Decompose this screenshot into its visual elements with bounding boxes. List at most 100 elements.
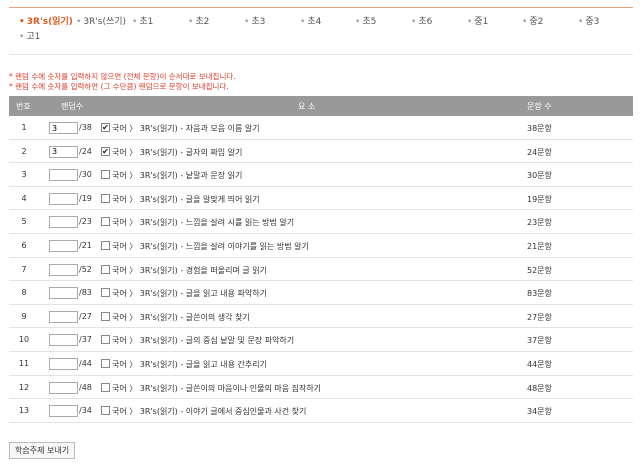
row-checkbox[interactable] <box>101 335 110 345</box>
element-label: 국어 〉 3R's(읽기) - 느낌을 살려 시를 읽는 방법 알기 <box>112 218 295 228</box>
table-row: 3/30 국어 〉 3R's(읽기) - 낱말과 문장 읽기 30문항 <box>9 163 633 187</box>
tab-elementary-1[interactable]: • 초1 <box>132 14 153 27</box>
question-count: 83문항 <box>527 289 552 299</box>
element-label: 국어 〉 3R's(읽기) - 글의 중심 낱말 및 문장 파악하기 <box>112 336 295 346</box>
bullet-icon: • <box>19 17 25 27</box>
question-count: 44문항 <box>527 359 552 369</box>
element-label: 국어 〉 3R's(읽기) - 자음과 모음 이름 알기 <box>112 124 260 133</box>
tab-elementary-3[interactable]: • 초3 <box>244 14 265 27</box>
random-count-input[interactable] <box>49 310 78 323</box>
row-checkbox[interactable]: ✔ <box>101 146 110 156</box>
table-row: 8/83 국어 〉 3R's(읽기) - 글을 읽고 내용 파악하기 83문항 <box>9 281 633 305</box>
row-number: 6 <box>21 240 27 250</box>
row-checkbox[interactable] <box>101 406 110 416</box>
total-count: /23 <box>79 217 92 227</box>
row-checkbox[interactable] <box>101 382 110 392</box>
bullet-icon: • <box>355 17 361 27</box>
row-checkbox[interactable] <box>101 193 110 203</box>
element-label: 국어 〉 3R's(읽기) - 글을 읽고 내용 간추리기 <box>112 359 267 369</box>
element-label: 국어 〉 3R's(읽기) - 이야기 글에서 중심인물과 사건 찾기 <box>112 407 307 417</box>
random-count-input[interactable] <box>49 145 78 158</box>
question-count: 23문항 <box>527 218 552 228</box>
table-row: 11/44 국어 〉 3R's(읽기) - 글을 읽고 내용 간추리기 44문항 <box>9 352 633 376</box>
row-number: 4 <box>21 193 27 203</box>
total-count: /48 <box>79 382 92 392</box>
tab-elementary-4[interactable]: • 초4 <box>300 14 321 27</box>
tab-3rs-reading[interactable]: • 3R's(읽기) <box>19 14 73 27</box>
row-checkbox[interactable] <box>101 170 110 180</box>
bullet-icon: • <box>467 17 473 27</box>
top-accent-line <box>9 7 633 8</box>
element-label: 국어 〉 3R's(읽기) - 글쓴이의 생각 찾기 <box>112 312 250 322</box>
row-number: 7 <box>21 264 27 274</box>
bullet-icon: • <box>411 17 417 27</box>
random-count-input[interactable] <box>49 169 78 182</box>
notice-block: * 랜덤 수에 숫자를 입력하지 않으면 (전체 문항)이 순서대로 보내집니다… <box>9 72 236 92</box>
tab-high-1[interactable]: • 고1 <box>19 29 40 42</box>
tab-elementary-6[interactable]: • 초6 <box>411 14 432 27</box>
tab-middle-2[interactable]: • 중2 <box>522 14 543 27</box>
element-label: 국어 〉 3R's(읽기) - 글자의 짜임 알기 <box>112 147 243 157</box>
table-body: 1/38✔국어 〉 3R's(읽기) - 자음과 모음 이름 알기38문항2/2… <box>9 116 633 423</box>
table-row: 1/38 ✔국어 〉 3R's(읽기) - 자음과 모음 이름 알기 38문항 <box>9 116 633 140</box>
table-row: 2/24 ✔국어 〉 3R's(읽기) - 글자의 짜임 알기 24문항 <box>9 140 633 164</box>
row-number: 9 <box>21 311 27 321</box>
row-checkbox[interactable] <box>101 311 110 321</box>
row-number: 8 <box>21 288 27 298</box>
send-topic-button[interactable]: 학습주제 보내기 <box>9 442 76 459</box>
total-count: /38 <box>79 123 92 132</box>
header-random: 랜덤수 <box>61 102 84 111</box>
question-count: 21문항 <box>527 241 552 251</box>
tab-elementary-5[interactable]: • 초5 <box>355 14 376 27</box>
row-checkbox[interactable]: ✔ <box>101 123 110 132</box>
table-row: 12/48 국어 〉 3R's(읽기) - 글쓴이의 마음이나 인물의 마음 짐작… <box>9 376 633 400</box>
header-count: 문항 수 <box>527 102 552 111</box>
random-count-input[interactable] <box>49 122 78 134</box>
question-count: 19문항 <box>527 194 552 204</box>
row-checkbox[interactable] <box>101 240 110 250</box>
question-count: 37문항 <box>527 336 552 346</box>
table-row: 10/37 국어 〉 3R's(읽기) - 글의 중심 낱말 및 문장 파악하기 3… <box>9 328 633 352</box>
total-count: /21 <box>79 240 92 250</box>
total-count: /27 <box>79 311 92 321</box>
random-count-input[interactable] <box>49 287 78 300</box>
total-count: /83 <box>79 288 92 298</box>
tab-elementary-2[interactable]: • 초2 <box>188 14 209 27</box>
bullet-icon: • <box>244 17 250 27</box>
row-checkbox[interactable] <box>101 288 110 298</box>
row-checkbox[interactable] <box>101 217 110 227</box>
table-row: 9/27 국어 〉 3R's(읽기) - 글쓴이의 생각 찾기 27문항 <box>9 305 633 329</box>
notice-line: * 랜덤 수에 숫자를 입력하지 않으면 (전체 문항)이 순서대로 보내집니다… <box>9 72 236 81</box>
tabs-divider <box>9 54 633 55</box>
random-count-input[interactable] <box>49 263 78 276</box>
tab-middle-1[interactable]: • 중1 <box>467 14 488 27</box>
random-count-input[interactable] <box>49 216 78 229</box>
bullet-icon: • <box>188 17 194 27</box>
row-checkbox[interactable] <box>101 264 110 274</box>
element-label: 국어 〉 3R's(읽기) - 느낌을 살려 이야기를 읽는 방법 알기 <box>112 241 309 251</box>
total-count: /37 <box>79 335 92 345</box>
table-row: 13/34 국어 〉 3R's(읽기) - 이야기 글에서 중심인물과 사건 찾기… <box>9 399 633 423</box>
random-count-input[interactable] <box>49 334 78 347</box>
random-count-input[interactable] <box>49 239 78 252</box>
random-count-input[interactable] <box>49 381 78 394</box>
table-row: 5/23 국어 〉 3R's(읽기) - 느낌을 살려 시를 읽는 방법 알기 23… <box>9 210 633 234</box>
random-count-input[interactable] <box>49 192 78 205</box>
random-count-input[interactable] <box>49 357 78 370</box>
header-num: 번호 <box>16 102 31 111</box>
row-checkbox[interactable] <box>101 358 110 368</box>
question-count: 52문항 <box>527 265 552 275</box>
total-count: /44 <box>79 358 92 368</box>
row-number: 10 <box>18 335 30 345</box>
random-count-input[interactable] <box>49 405 78 418</box>
tab-3rs-writing[interactable]: • 3R's(쓰기) <box>76 14 126 27</box>
bullet-icon: • <box>578 17 584 27</box>
question-count: 24문항 <box>527 147 552 157</box>
tab-middle-3[interactable]: • 중3 <box>578 14 599 27</box>
bullet-icon: • <box>522 17 528 27</box>
total-count: /30 <box>79 170 92 180</box>
total-count: /34 <box>79 406 92 416</box>
total-count: /24 <box>79 146 92 156</box>
table-header: 번호 랜덤수 요 소 문항 수 <box>9 96 633 116</box>
bullet-icon: • <box>76 17 82 27</box>
